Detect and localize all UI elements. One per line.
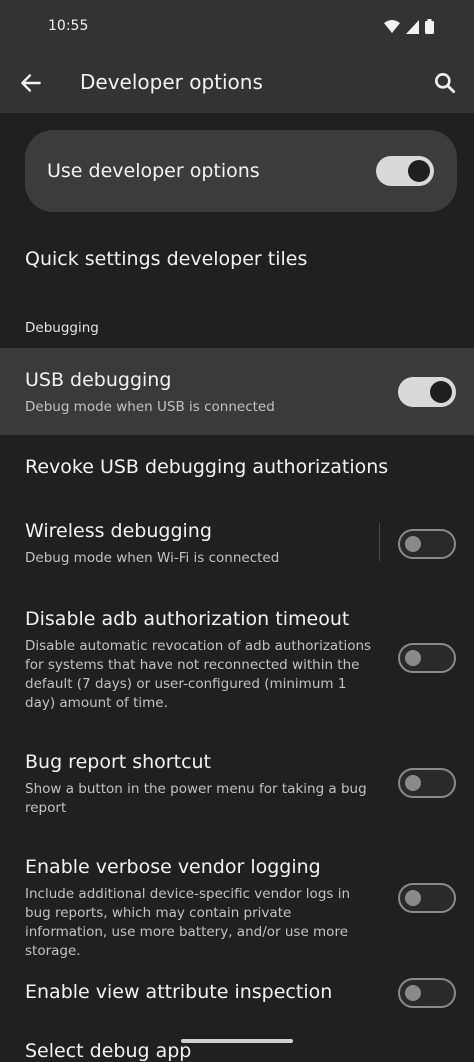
use-developer-options-card[interactable]: Use developer options [25, 130, 457, 212]
revoke-usb-debugging-authorizations[interactable]: Revoke USB debugging authorizations [25, 456, 388, 478]
bug-report-shortcut-toggle[interactable] [398, 768, 456, 798]
usb-debugging-title: USB debugging [25, 369, 172, 391]
bug-report-shortcut-title[interactable]: Bug report shortcut [25, 751, 211, 773]
use-developer-options-toggle[interactable] [376, 156, 434, 186]
enable-view-attribute-inspection-title[interactable]: Enable view attribute inspection [25, 981, 332, 1003]
enable-verbose-vendor-logging-title[interactable]: Enable verbose vendor logging [25, 856, 321, 878]
usb-debugging-toggle[interactable] [398, 377, 456, 407]
enable-verbose-vendor-logging-subtitle: Include additional device-specific vendo… [25, 886, 351, 959]
quick-settings-developer-tiles[interactable]: Quick settings developer tiles [25, 248, 307, 270]
usb-debugging-subtitle: Debug mode when USB is connected [25, 399, 275, 415]
bug-report-shortcut-subtitle: Show a button in the power menu for taki… [25, 781, 367, 816]
search-icon[interactable] [432, 70, 458, 96]
status-bar: 10:55 [0, 14, 474, 40]
enable-view-attribute-inspection-toggle[interactable] [398, 978, 456, 1008]
disable-adb-authorization-timeout-title[interactable]: Disable adb authorization timeout [25, 608, 349, 630]
divider [379, 523, 380, 561]
signal-icon [406, 19, 419, 34]
page-title: Developer options [80, 70, 263, 94]
enable-verbose-vendor-logging-toggle[interactable] [398, 883, 456, 913]
wireless-debugging-toggle[interactable] [398, 529, 456, 559]
status-time: 10:55 [48, 18, 89, 34]
select-debug-app-title[interactable]: Select debug app [25, 1040, 191, 1062]
toggle-knob [405, 775, 421, 791]
wireless-debugging-title[interactable]: Wireless debugging [25, 520, 212, 542]
disable-adb-authorization-timeout-subtitle: Disable automatic revocation of adb auth… [25, 638, 372, 711]
toggle-knob [405, 650, 421, 666]
gesture-nav-handle[interactable] [181, 1039, 293, 1043]
toggle-knob [405, 536, 421, 552]
use-developer-options-label: Use developer options [47, 160, 260, 182]
toggle-knob [430, 381, 452, 403]
top-bar: 10:55 Developer options [0, 0, 474, 113]
arrow-back-icon[interactable] [18, 70, 44, 96]
status-icons [384, 19, 434, 34]
toggle-knob [405, 890, 421, 906]
toggle-knob [405, 985, 421, 1001]
battery-icon [425, 19, 434, 34]
disable-adb-authorization-timeout-toggle[interactable] [398, 643, 456, 673]
wireless-debugging-subtitle: Debug mode when Wi-Fi is connected [25, 550, 280, 566]
section-header-debugging: Debugging [25, 320, 99, 336]
toggle-knob [408, 160, 430, 182]
wifi-icon [384, 19, 400, 33]
